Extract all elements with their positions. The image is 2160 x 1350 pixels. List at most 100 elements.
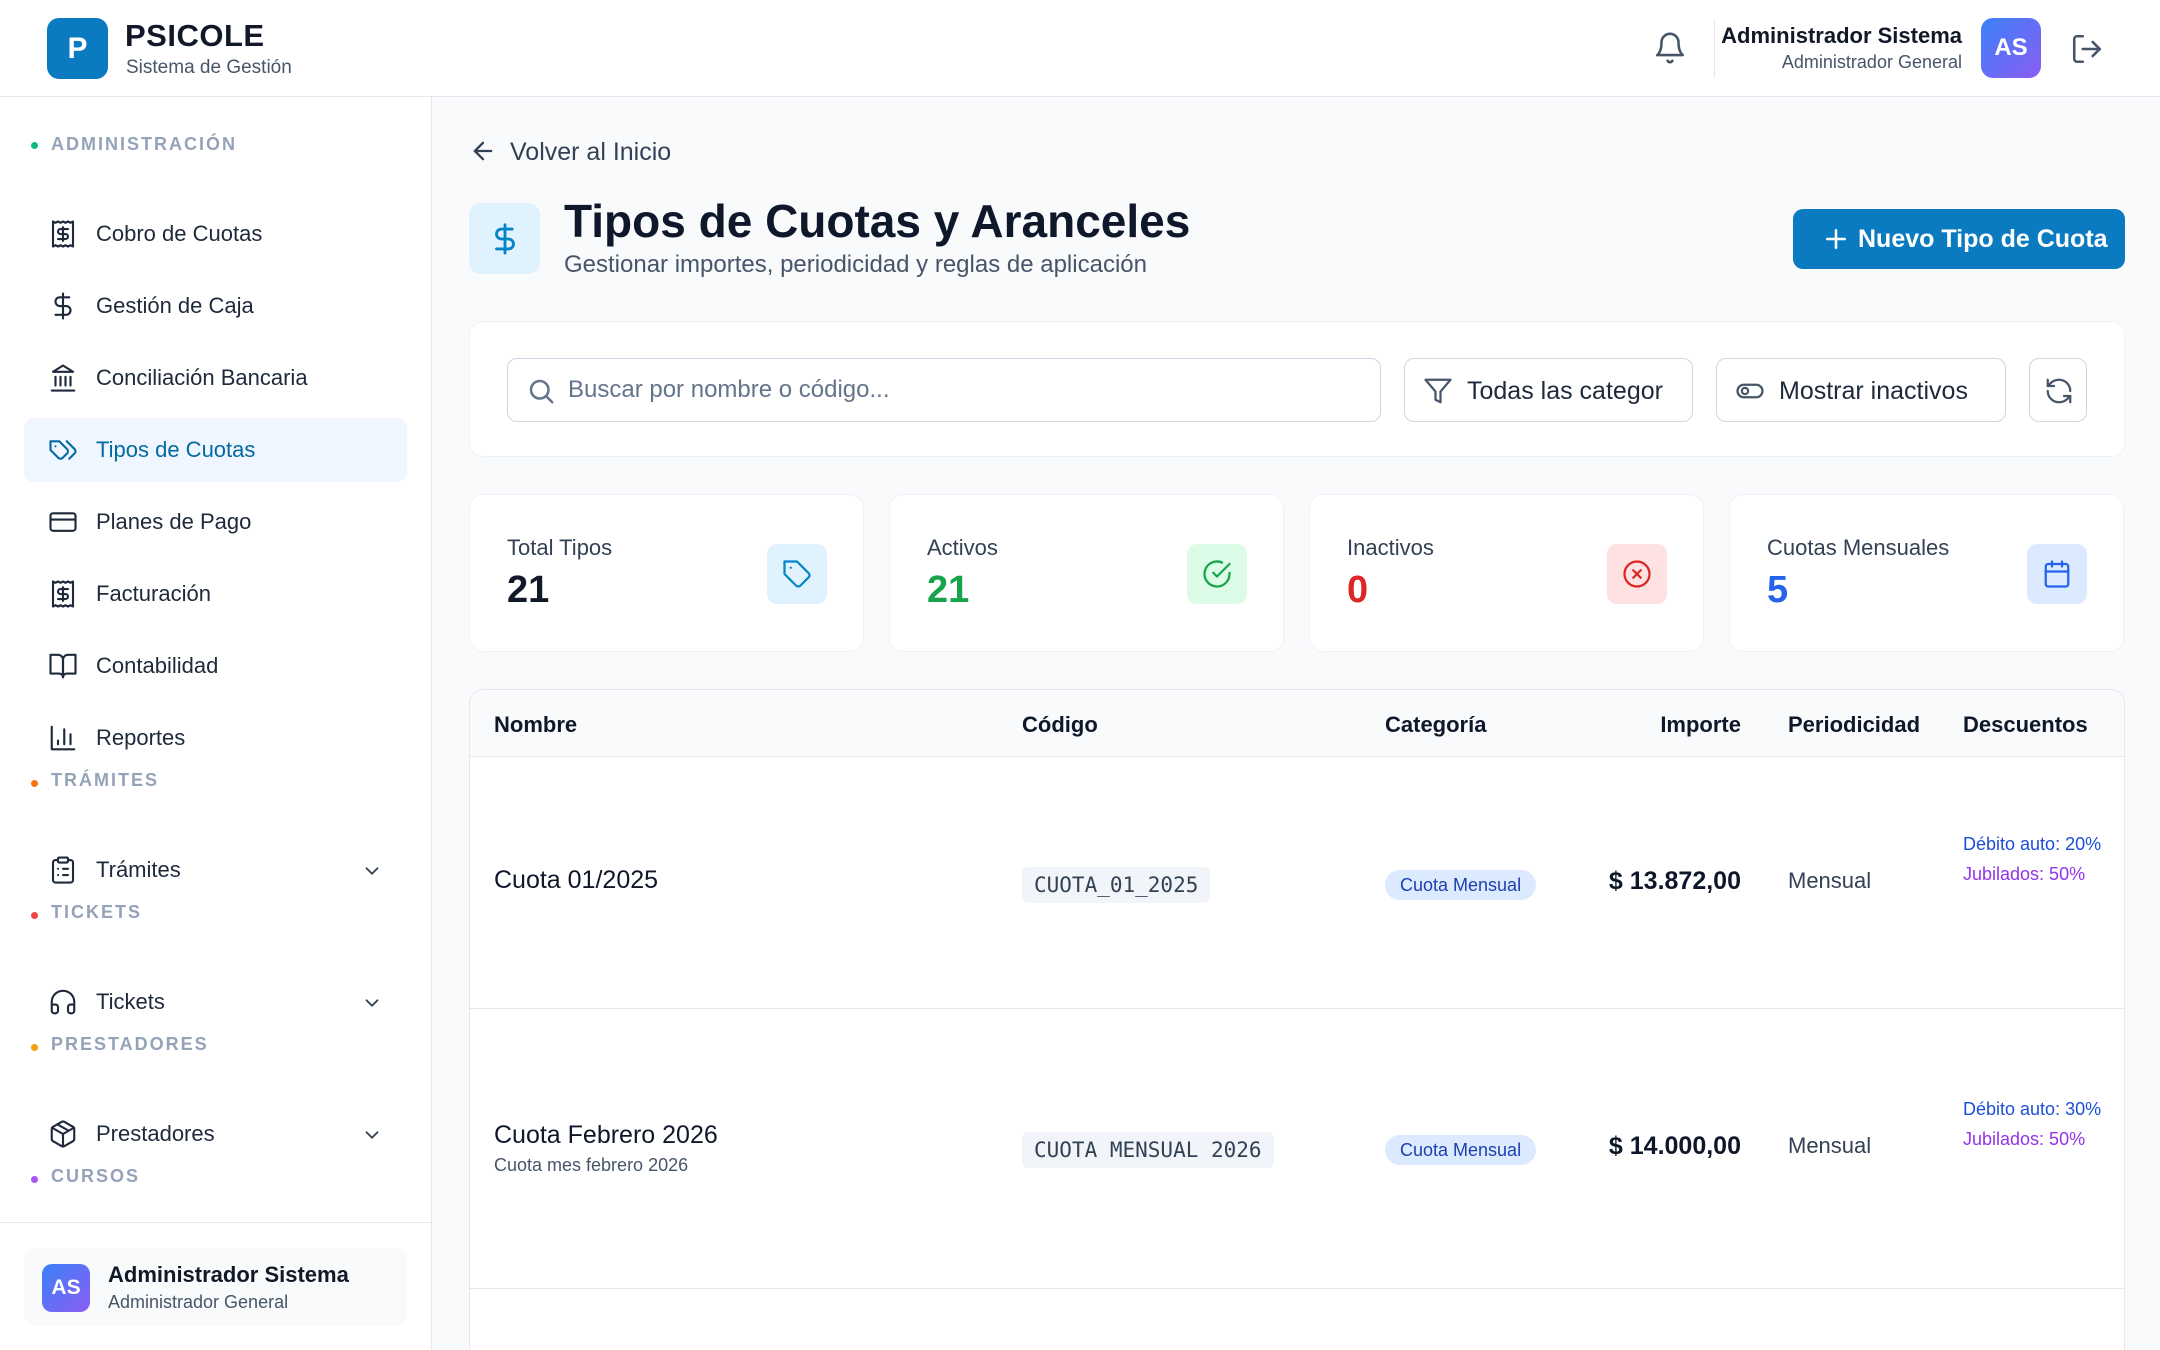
sidebar-item-label: Prestadores — [96, 1121, 215, 1146]
section-title-tramites: TRÁMITES — [51, 770, 159, 790]
stat-label: Cuotas Mensuales — [1767, 535, 1950, 560]
app-logo[interactable]: P — [47, 18, 108, 79]
sidebar-user-name: Administrador Sistema — [108, 1262, 349, 1287]
sidebar-user-role: Administrador General — [108, 1292, 289, 1312]
sidebar-item-planes-de-pago[interactable]: Planes de Pago — [24, 490, 407, 554]
fee-types-table: Nombre Código Categoría Importe Periodic… — [469, 689, 2125, 1350]
refresh-button[interactable] — [2029, 358, 2087, 422]
plus-icon — [1823, 226, 1849, 252]
section-title-tickets: TICKETS — [51, 902, 143, 922]
stat-card-active: Activos 21 — [889, 494, 1284, 652]
bar-chart-icon — [48, 723, 78, 753]
sidebar-user-card[interactable]: AS Administrador Sistema Administrador G… — [24, 1248, 407, 1326]
filter-bar: Todas las categor Mostrar inactivos — [469, 321, 2125, 457]
header-user-name: Administrador Sistema — [1721, 23, 1962, 48]
avatar[interactable]: AS — [1981, 18, 2041, 78]
row-discounts: Débito auto: 30% Jubilados: 50% — [1963, 1097, 2113, 1151]
logout-icon[interactable] — [2070, 32, 2104, 66]
sidebar-item-label: Conciliación Bancaria — [96, 365, 308, 390]
discount-auto-debit: Débito auto: 30% — [1963, 1099, 2102, 1119]
stat-value: 0 — [1347, 569, 1369, 611]
row-description: Cuota mes febrero 2026 — [494, 1155, 689, 1175]
row-name: Cuota 01/2025 — [494, 866, 659, 894]
clipboard-icon — [48, 855, 78, 885]
chevron-down-icon[interactable] — [361, 1124, 383, 1146]
stat-label: Inactivos — [1347, 535, 1434, 560]
column-header-codigo[interactable]: Código — [1022, 712, 1098, 738]
section-dot — [31, 142, 38, 149]
chevron-down-icon[interactable] — [361, 992, 383, 1014]
stat-card-inactive: Inactivos 0 — [1309, 494, 1704, 652]
sidebar-item-label: Tickets — [96, 989, 165, 1014]
column-header-descuentos[interactable]: Descuentos — [1963, 712, 2088, 738]
back-link-label[interactable]: Volver al Inicio — [510, 138, 671, 167]
row-period: Mensual — [1788, 868, 1872, 893]
x-circle-icon — [1607, 544, 1667, 604]
discount-retired: Jubilados: 50% — [1963, 1129, 2086, 1149]
category-badge: Cuota Mensual — [1385, 1135, 1537, 1165]
table-header: Nombre Código Categoría Importe Periodic… — [470, 690, 2124, 757]
stat-value: 5 — [1767, 569, 1789, 611]
sidebar-item-facturacion[interactable]: Facturación — [24, 562, 407, 626]
show-inactive-toggle[interactable]: Mostrar inactivos — [1716, 358, 2006, 422]
sidebar-item-label: Contabilidad — [96, 653, 219, 678]
bell-icon[interactable] — [1653, 31, 1687, 65]
search-input[interactable] — [568, 369, 1358, 411]
filter-icon — [1423, 376, 1453, 406]
stat-label: Total Tipos — [507, 535, 613, 560]
discount-auto-debit: Débito auto: 20% — [1963, 834, 2102, 854]
dollar-icon — [469, 203, 540, 274]
column-header-categoria[interactable]: Categoría — [1385, 712, 1486, 738]
tag-icon — [767, 544, 827, 604]
sidebar-item-label: Gestión de Caja — [96, 293, 254, 318]
section-dot — [31, 780, 38, 787]
app-name: PSICOLE — [125, 18, 265, 53]
sidebar-item-label: Cobro de Cuotas — [96, 221, 263, 246]
receipt-dollar-icon — [48, 579, 78, 609]
stat-card-monthly: Cuotas Mensuales 5 — [1729, 494, 2124, 652]
row-amount: $ 13.872,00 — [1608, 867, 1741, 895]
header-user-role: Administrador General — [1781, 52, 1962, 72]
row-period: Mensual — [1788, 1133, 1872, 1158]
sidebar-footer-divider — [0, 1222, 432, 1223]
check-circle-icon — [1187, 544, 1247, 604]
sidebar-item-contabilidad[interactable]: Contabilidad — [24, 634, 407, 698]
sidebar-item-gestion-de-caja[interactable]: Gestión de Caja — [24, 274, 407, 338]
sidebar-item-tickets[interactable]: Tickets — [24, 970, 407, 1034]
credit-card-icon — [48, 507, 78, 537]
sidebar-item-prestadores[interactable]: Prestadores — [24, 1102, 407, 1166]
book-open-icon — [48, 651, 78, 681]
row-code: CUOTA MENSUAL 2026 — [1022, 1132, 1274, 1168]
headphones-icon — [48, 987, 78, 1017]
category-filter-value: Todas las categor — [1467, 377, 1663, 405]
arrow-left-icon — [469, 137, 497, 165]
sidebar-item-cobro-de-cuotas[interactable]: Cobro de Cuotas — [24, 202, 407, 266]
row-name: Cuota Febrero 2026 — [494, 1121, 718, 1149]
sidebar-item-tipos-de-cuotas[interactable]: Tipos de Cuotas — [24, 418, 407, 482]
page-subtitle: Gestionar importes, periodicidad y regla… — [564, 251, 1147, 278]
sidebar-item-label: Trámites — [96, 857, 181, 882]
chevron-down-icon[interactable] — [361, 860, 383, 882]
table-row[interactable]: Cuota Febrero 2026 Cuota mes febrero 202… — [470, 1009, 2124, 1289]
column-header-importe[interactable]: Importe — [1660, 712, 1741, 738]
table-row[interactable]: Cuota 01/2025 CUOTA_01_2025 Cuota Mensua… — [470, 757, 2124, 1009]
top-header: P PSICOLE Sistema de Gestión Administrad… — [0, 0, 2160, 97]
sidebar-item-tramites[interactable]: Trámites — [24, 838, 407, 902]
row-code: CUOTA_01_2025 — [1022, 867, 1211, 903]
sidebar-item-reportes[interactable]: Reportes — [24, 706, 407, 770]
tags-icon — [48, 435, 78, 465]
search-box — [507, 358, 1381, 422]
section-dot — [31, 912, 38, 919]
app-subtitle: Sistema de Gestión — [126, 57, 292, 78]
category-filter-select[interactable]: Todas las categor — [1404, 358, 1693, 422]
stat-label: Activos — [927, 535, 998, 560]
package-icon — [48, 1119, 78, 1149]
new-fee-type-button[interactable]: Nuevo Tipo de Cuota — [1793, 209, 2125, 269]
column-header-periodicidad[interactable]: Periodicidad — [1788, 712, 1920, 738]
sidebar-item-conciliacion-bancaria[interactable]: Conciliación Bancaria — [24, 346, 407, 410]
calendar-icon — [2027, 544, 2087, 604]
column-header-nombre[interactable]: Nombre — [494, 712, 577, 738]
stat-value: 21 — [507, 569, 550, 611]
new-fee-type-label: Nuevo Tipo de Cuota — [1858, 225, 2108, 253]
sidebar-item-label: Planes de Pago — [96, 509, 252, 534]
